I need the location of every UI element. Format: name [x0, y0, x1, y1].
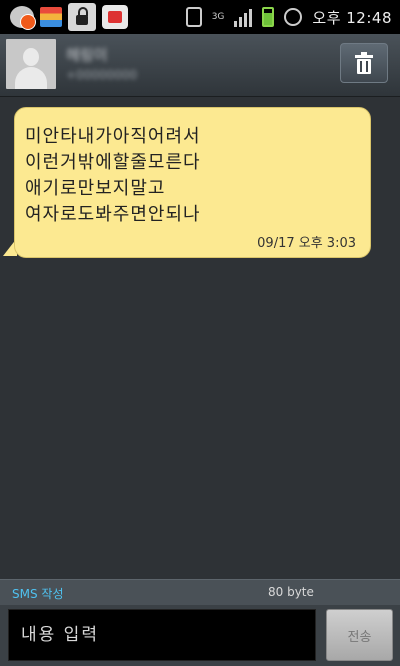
- app-notification-icon[interactable]: [40, 7, 62, 27]
- lock-icon[interactable]: [68, 3, 96, 31]
- trash-icon: [355, 52, 373, 74]
- byte-count: 80 byte: [268, 585, 314, 599]
- send-button[interactable]: 전송: [326, 609, 393, 661]
- status-bar: 3G 오후 12:48: [0, 0, 400, 34]
- network-type-label: 3G: [211, 11, 225, 22]
- status-time: 오후 12:48: [312, 8, 392, 27]
- conversation-header: 헤링이 +00000000: [0, 34, 400, 97]
- delete-thread-button[interactable]: [340, 43, 388, 83]
- vibrate-icon: [185, 7, 202, 27]
- app-notification-icon[interactable]: [102, 5, 128, 29]
- notification-icon[interactable]: [10, 6, 36, 30]
- message-line: 여자로도봐주면안되나: [25, 204, 201, 225]
- contact-name: 헤링이: [66, 46, 108, 64]
- message-bubble[interactable]: 미안타내가아직어려서 이런거밖에할줄모른다 애기로만보지말고 여자로도봐주면안되…: [14, 107, 371, 258]
- alarm-icon: [284, 8, 303, 26]
- message-line: 이런거밖에할줄모른다: [25, 152, 201, 173]
- contact-number: +00000000: [66, 68, 138, 82]
- compose-status-bar: SMS 작성 80 byte: [0, 579, 400, 606]
- compose-area: 전송: [0, 605, 400, 666]
- avatar[interactable]: [6, 39, 56, 89]
- signal-icon: [234, 7, 253, 27]
- message-line: 애기로만보지말고: [25, 178, 166, 199]
- message-timestamp: 09/17 오후 3:03: [257, 236, 356, 251]
- compose-mode-label: SMS 작성: [12, 587, 64, 601]
- message-input[interactable]: [8, 609, 316, 661]
- message-line: 미안타내가아직어려서: [25, 126, 201, 147]
- battery-icon: [262, 7, 275, 27]
